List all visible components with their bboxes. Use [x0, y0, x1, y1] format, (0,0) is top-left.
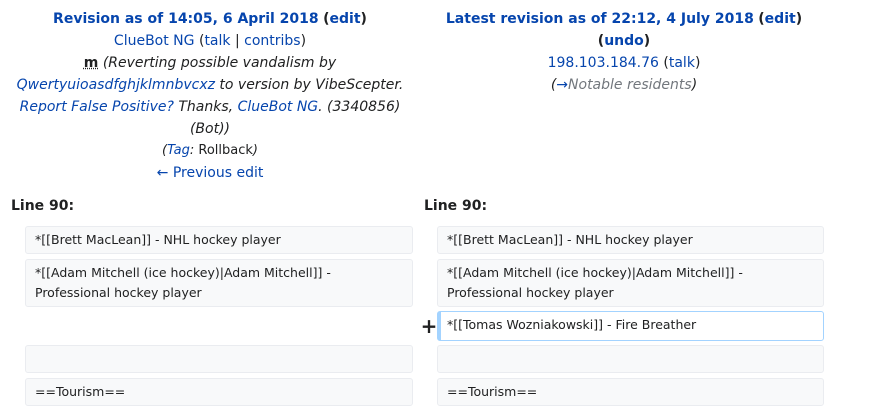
- tag-value: Rollback: [198, 143, 253, 158]
- old-revision-title-link[interactable]: Revision as of 14:05, 6 April 2018: [53, 11, 319, 27]
- old-revision-edit-link[interactable]: edit: [330, 11, 361, 27]
- diff-context-left: [25, 345, 413, 373]
- diff-context-right: ==Tourism==: [437, 378, 824, 406]
- diff-line-number-left: Line 90:: [11, 198, 75, 214]
- report-false-positive-link[interactable]: Report False Positive?: [20, 99, 174, 115]
- old-revision-user-link[interactable]: ClueBot NG: [114, 33, 195, 49]
- diff-context-left: *[[Brett MacLean]] - NHL hockey player: [25, 226, 413, 254]
- diff-context-right: *[[Adam Mitchell (ice hockey)|Adam Mitch…: [437, 259, 824, 307]
- new-revision-header: Latest revision as of 22:12, 4 July 2018…: [424, 8, 824, 96]
- new-revision-title-link[interactable]: Latest revision as of 22:12, 4 July 2018: [446, 11, 754, 27]
- diff-context-left: *[[Adam Mitchell (ice hockey)|Adam Mitch…: [25, 259, 413, 307]
- diff-line-number-right: Line 90:: [424, 198, 488, 214]
- section-arrow-link[interactable]: →: [556, 77, 568, 93]
- revision-tags: (Tag: Rollback): [162, 143, 258, 158]
- separator: |: [234, 33, 240, 49]
- new-revision-summary: (→Notable residents): [550, 77, 698, 93]
- undo-link[interactable]: undo: [604, 33, 644, 49]
- new-revision-user-ip-link[interactable]: 198.103.184.76: [548, 55, 659, 71]
- old-revision-summary: m (Reverting possible vandalism by Qwert…: [16, 55, 404, 137]
- previous-edit-link[interactable]: ← Previous edit: [157, 165, 264, 181]
- summary-bot-link[interactable]: ClueBot NG: [238, 99, 319, 115]
- new-revision-edit-link[interactable]: edit: [765, 11, 796, 27]
- old-revision-user-contribs-link[interactable]: contribs: [244, 33, 300, 49]
- minor-edit-flag: m: [83, 55, 99, 71]
- diff-context-left: ==Tourism==: [25, 378, 413, 406]
- new-revision-user-talk-link[interactable]: talk: [669, 55, 695, 71]
- old-revision-header: Revision as of 14:05, 6 April 2018 (edit…: [10, 8, 410, 184]
- diff-context-right: *[[Brett MacLean]] - NHL hockey player: [437, 226, 824, 254]
- old-revision-user-talk-link[interactable]: talk: [204, 33, 230, 49]
- diff-added-line: *[[Tomas Wozniakowski]] - Fire Breather: [437, 311, 824, 341]
- summary-vandal-user-link[interactable]: Qwertyuioasdfghjklmnbvcxz: [17, 77, 215, 93]
- diff-context-right: [437, 345, 824, 373]
- section-name: Notable residents: [568, 77, 692, 93]
- diff-added-marker: +: [420, 314, 438, 338]
- tag-link[interactable]: Tag: [167, 143, 190, 158]
